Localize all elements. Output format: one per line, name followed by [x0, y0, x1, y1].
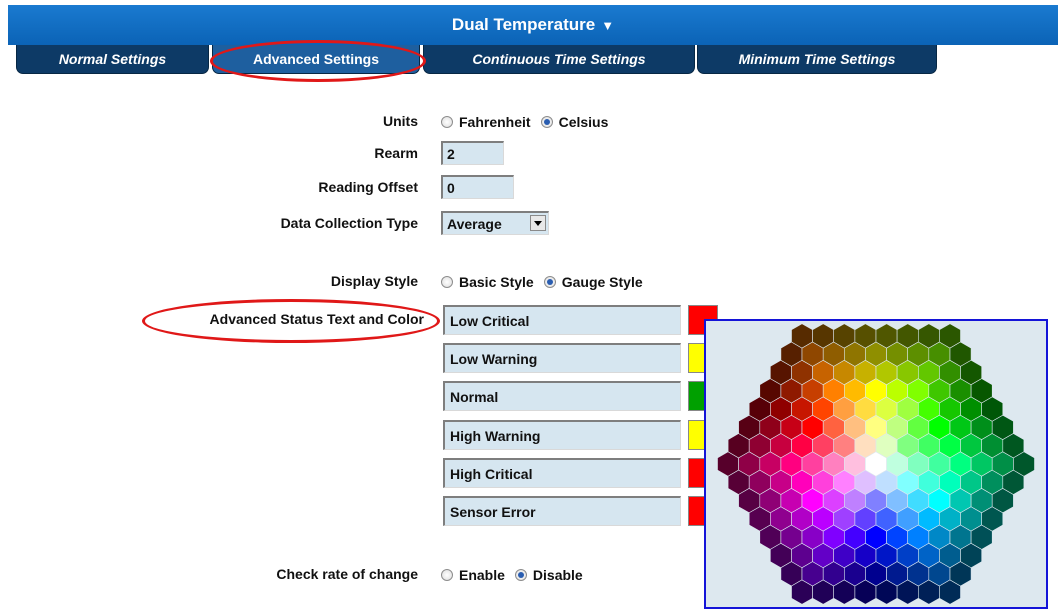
tab-normal-settings[interactable]: Normal Settings	[16, 45, 209, 74]
enable-label[interactable]: Enable	[459, 567, 505, 583]
enable-radio[interactable]	[441, 569, 453, 581]
reading-offset-label: Reading Offset	[318, 179, 418, 195]
units-radio-group: Fahrenheit Celsius	[441, 114, 618, 130]
disable-label[interactable]: Disable	[533, 567, 583, 583]
rearm-label: Rearm	[374, 145, 418, 161]
status-text-sensor-error[interactable]: Sensor Error	[443, 496, 681, 526]
display-style-label: Display Style	[330, 273, 418, 289]
reading-offset-input[interactable]: 0	[441, 175, 514, 199]
page-title-text: Dual Temperature	[451, 15, 596, 34]
basic-style-label[interactable]: Basic Style	[459, 274, 534, 290]
status-text-normal[interactable]: Normal	[443, 381, 681, 411]
tab-advanced-settings-label: Advanced Settings	[252, 51, 380, 67]
gauge-style-label[interactable]: Gauge Style	[562, 274, 643, 290]
select-dropdown-icon[interactable]	[530, 215, 546, 231]
units-label: Units	[383, 113, 418, 129]
status-text-low-warning[interactable]: Low Warning	[443, 343, 681, 373]
units-fahrenheit-radio[interactable]	[441, 116, 453, 128]
check-rate-radio-group: Enable Disable	[441, 567, 593, 583]
hex-color-palette	[717, 323, 1035, 605]
units-celsius-label[interactable]: Celsius	[559, 114, 609, 130]
tab-advanced-settings[interactable]: Advanced Settings	[212, 45, 420, 74]
tab-minimum-time-settings[interactable]: Minimum Time Settings	[697, 45, 937, 74]
data-collection-type-select[interactable]: Average	[441, 211, 549, 235]
data-collection-type-value: Average	[447, 216, 502, 232]
units-fahrenheit-label[interactable]: Fahrenheit	[459, 114, 531, 130]
units-celsius-radio[interactable]	[540, 116, 553, 128]
tab-normal-settings-label: Normal Settings	[58, 51, 167, 67]
settings-page: Dual Temperature ▼ Normal Settings Advanc…	[0, 0, 1058, 616]
advanced-status-label: Advanced Status Text and Color	[209, 311, 424, 327]
tab-minimum-time-settings-label: Minimum Time Settings	[738, 51, 896, 67]
status-text-high-warning[interactable]: High Warning	[443, 420, 681, 450]
check-rate-label: Check rate of change	[276, 566, 418, 582]
title-bar[interactable]: Dual Temperature ▼	[8, 5, 1058, 45]
dropdown-arrow-icon[interactable]: ▼	[601, 18, 614, 33]
page-title[interactable]: Dual Temperature ▼	[8, 15, 1058, 35]
status-text-high-critical[interactable]: High Critical	[443, 458, 681, 488]
display-style-radio-group: Basic Style Gauge Style	[441, 274, 653, 290]
tab-continuous-time-settings[interactable]: Continuous Time Settings	[423, 45, 695, 74]
status-text-low-critical[interactable]: Low Critical	[443, 305, 681, 335]
data-collection-type-label: Data Collection Type	[280, 215, 418, 231]
basic-style-radio[interactable]	[441, 276, 453, 288]
gauge-style-radio[interactable]	[543, 276, 556, 288]
disable-radio[interactable]	[514, 569, 527, 581]
rearm-input[interactable]: 2	[441, 141, 504, 165]
tab-continuous-time-settings-label: Continuous Time Settings	[472, 51, 646, 67]
color-picker-popup	[704, 319, 1048, 609]
